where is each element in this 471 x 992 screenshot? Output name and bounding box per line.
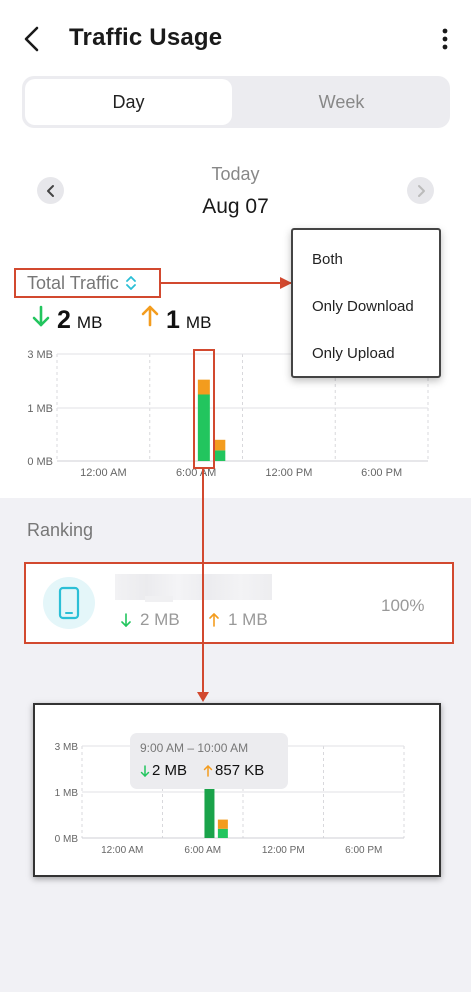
tab-week[interactable]: Week — [236, 79, 447, 125]
x-tick-label: 6:00 AM — [184, 845, 221, 856]
y-tick-label: 3 MB — [27, 349, 53, 361]
app-icon — [43, 577, 95, 629]
ranking-download-value: 2 MB — [140, 610, 180, 629]
tooltip-upload-value: 857 KB — [215, 762, 265, 779]
download-bar — [213, 450, 226, 461]
ranking-upload-value: 1 MB — [228, 610, 268, 629]
tab-day[interactable]: Day — [25, 79, 232, 125]
inset-callout-line — [202, 469, 204, 695]
back-arrow-icon[interactable] — [18, 24, 46, 54]
y-tick-label: 1 MB — [27, 403, 53, 415]
inset-arrowhead-icon — [197, 692, 209, 702]
traffic-filter-dropdown: Both Only Download Only Upload — [291, 228, 441, 378]
upload-arrow-icon — [203, 764, 213, 777]
download-bar — [217, 828, 228, 838]
download-bar — [204, 781, 215, 838]
app-name-redacted-detail — [145, 596, 173, 602]
tooltip-download-value: 2 MB — [152, 762, 188, 779]
date-relative-label: Today — [211, 164, 260, 184]
ranking-upload: 1 MB — [208, 610, 268, 630]
download-summary: 2 MB — [31, 304, 102, 338]
x-tick-label: 6:00 PM — [361, 467, 402, 479]
x-tick-label: 12:00 AM — [80, 467, 126, 479]
upload-total-unit: MB — [185, 313, 212, 332]
more-options-icon[interactable] — [434, 26, 456, 52]
y-tick-label: 3 MB — [55, 742, 79, 753]
dropdown-option-download[interactable]: Only Download — [312, 298, 414, 315]
download-total-value: 2 — [57, 306, 71, 334]
download-arrow-icon — [32, 305, 50, 327]
ranking-item[interactable]: 2 MB 1 MB 100% — [24, 562, 454, 644]
upload-bar — [217, 819, 228, 829]
dropdown-menu: Both Only Download Only Upload — [296, 233, 436, 373]
period-segmented-control: Day Week — [22, 76, 450, 128]
x-tick-label: 6:00 PM — [345, 845, 382, 856]
tooltip-values: 2 MB 857 KB — [140, 762, 264, 779]
traffic-type-selector[interactable]: Total Traffic — [14, 268, 161, 298]
dropdown-option-upload[interactable]: Only Upload — [312, 345, 395, 362]
traffic-type-label: Total Traffic — [27, 272, 119, 293]
upload-arrow-icon — [141, 305, 159, 327]
y-tick-label: 0 MB — [55, 834, 79, 845]
smartphone-icon — [58, 586, 80, 620]
upload-summary: 1 MB — [140, 304, 211, 338]
x-tick-label: 12:00 PM — [265, 467, 312, 479]
app-name-redacted — [115, 574, 272, 600]
upload-arrow-icon — [209, 613, 219, 627]
y-tick-label: 1 MB — [55, 788, 79, 799]
download-total-unit: MB — [76, 313, 103, 332]
bar-tooltip: 9:00 AM – 10:00 AM 2 MB 857 KB — [130, 733, 288, 789]
bar-detail-inset: 0 MB 1 MB 3 MB 12:00 AM 6:00 AM 12:00 PM 6:00 … — [33, 703, 441, 877]
ranking-percent: 100% — [381, 596, 425, 615]
download-arrow-icon — [121, 613, 131, 627]
download-arrow-icon — [140, 764, 150, 777]
date-label: Aug 07 — [202, 195, 269, 218]
app-header: Traffic Usage — [0, 0, 471, 74]
callout-line — [161, 282, 291, 284]
x-tick-label: 12:00 AM — [101, 845, 143, 856]
x-tick-label: 12:00 PM — [262, 845, 305, 856]
dropdown-option-both[interactable]: Both — [312, 251, 343, 268]
inset-traffic-chart[interactable]: 0 MB 1 MB 3 MB 12:00 AM 6:00 AM 12:00 PM 6:00 … — [35, 705, 439, 875]
upload-total-value: 1 — [166, 306, 180, 334]
ranking-title: Ranking — [27, 520, 94, 540]
ranking-download: 2 MB — [120, 610, 180, 630]
upload-bar — [213, 439, 226, 451]
page-title: Traffic Usage — [69, 24, 223, 51]
y-tick-label: 0 MB — [27, 456, 53, 468]
tooltip-time-range: 9:00 AM – 10:00 AM — [140, 741, 249, 755]
sort-chevron-icon — [125, 276, 136, 290]
selected-bar-highlight — [193, 349, 215, 469]
